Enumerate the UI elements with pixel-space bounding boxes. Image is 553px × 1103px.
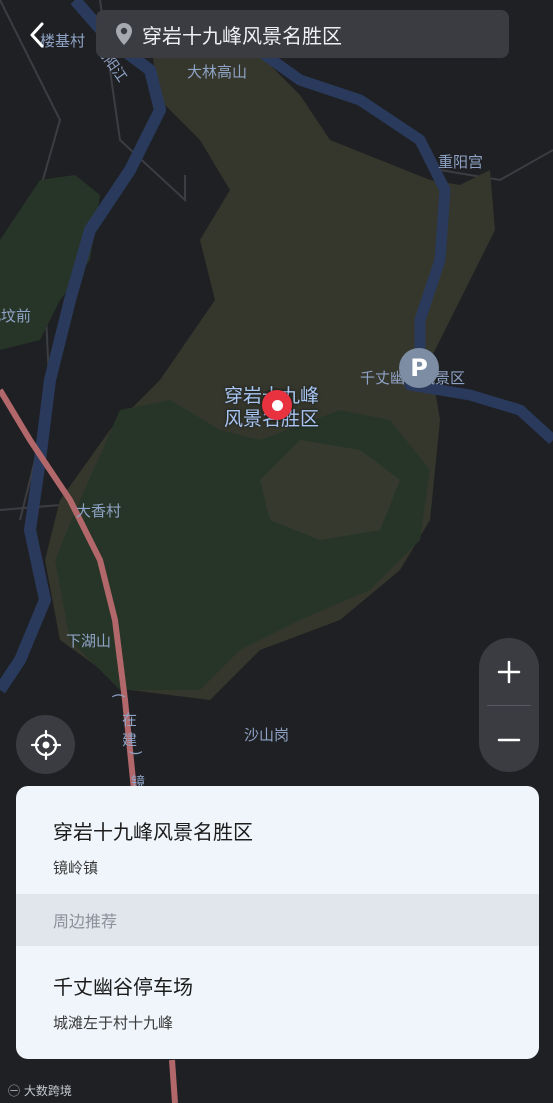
map-label: 沙山岗: [244, 726, 290, 744]
nearby-item-address: 城滩左于村十九峰: [53, 1014, 174, 1032]
plus-icon: [497, 660, 521, 683]
map-label: (: [110, 693, 126, 699]
map-label: 重阳宫: [438, 153, 484, 171]
watermark-logo-icon: ㊀: [8, 1084, 21, 1098]
watermark-text: 大数跨境: [23, 1084, 72, 1098]
zoom-out-button[interactable]: [479, 706, 539, 772]
minus-icon: [497, 738, 521, 741]
pin-icon: [116, 23, 132, 45]
map-label: 下湖山: [66, 632, 112, 650]
place-summary[interactable]: 穿岩十九峰风景名胜区 镜岭镇: [16, 786, 539, 894]
zoom-in-button[interactable]: [479, 638, 539, 705]
map-label: ): [127, 750, 143, 756]
locate-button[interactable]: [16, 715, 75, 774]
search-query: 穿岩十九峰风景名胜区: [142, 23, 342, 48]
place-town: 镜岭镇: [53, 859, 99, 877]
map-label: 大香村: [76, 502, 122, 520]
nearby-item[interactable]: 千丈幽谷停车场 城滩左于村十九峰: [16, 946, 539, 1033]
crosshair-icon: [30, 729, 61, 760]
place-name: 穿岩十九峰风景名胜区: [53, 820, 253, 844]
back-button[interactable]: [22, 18, 52, 52]
map-label: 北坟前: [0, 307, 32, 325]
chevron-left-icon: [30, 22, 44, 48]
watermark: ㊀ 大数跨境: [8, 1082, 72, 1099]
nearby-header: 周边推荐: [16, 894, 539, 946]
search-bar[interactable]: 穿岩十九峰风景名胜区: [96, 10, 509, 58]
nearby-item-name: 千丈幽谷停车场: [53, 975, 193, 999]
place-info-panel: 穿岩十九峰风景名胜区 镜岭镇 周边推荐 千丈幽谷停车场 城滩左于村十九峰: [16, 786, 539, 1059]
marker-dot: [271, 399, 283, 411]
location-marker-icon[interactable]: [262, 390, 292, 420]
map-label: 在建: [122, 711, 138, 749]
parking-icon[interactable]: P: [399, 348, 439, 388]
map-label: 大林高山: [187, 63, 248, 81]
zoom-control: [479, 638, 539, 772]
highway: [169, 1059, 178, 1103]
